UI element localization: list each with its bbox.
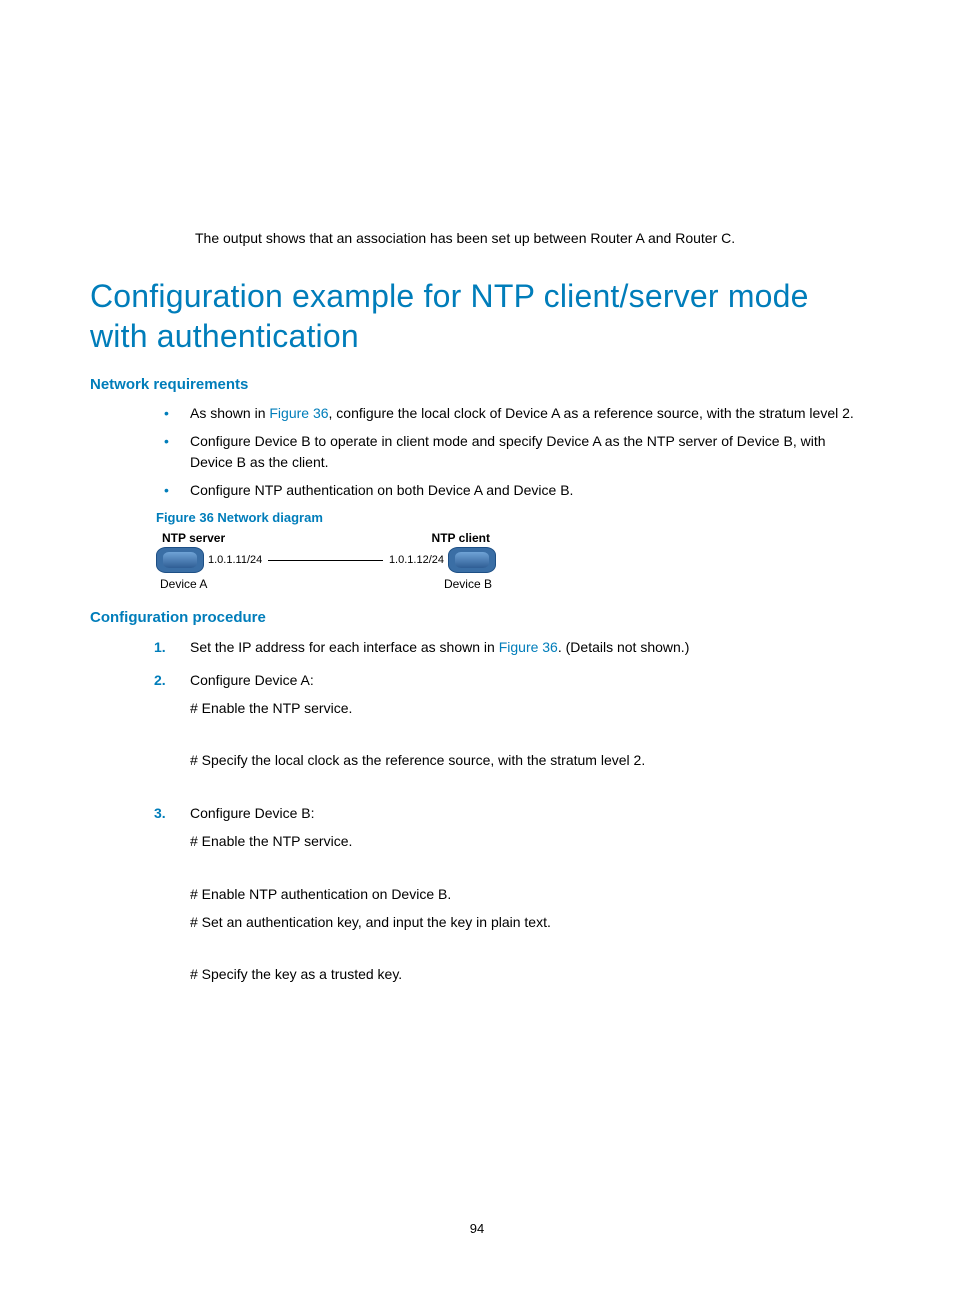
step-text: Configure Device A: bbox=[190, 669, 864, 691]
diagram-name-left: Device A bbox=[160, 577, 207, 591]
step-comment: # Set an authentication key, and input t… bbox=[190, 911, 864, 933]
page-number: 94 bbox=[0, 1221, 954, 1236]
figure-caption: Figure 36 Network diagram bbox=[156, 510, 864, 525]
step-comment: # Specify the key as a trusted key. bbox=[190, 963, 864, 985]
diagram-role-right: NTP client bbox=[432, 531, 490, 545]
figure-link[interactable]: Figure 36 bbox=[269, 405, 328, 421]
step-item: Configure Device B: # Enable the NTP ser… bbox=[148, 802, 864, 986]
router-icon bbox=[448, 547, 496, 573]
intro-text: The output shows that an association has… bbox=[195, 230, 864, 246]
diagram-ip-right: 1.0.1.12/24 bbox=[385, 554, 448, 566]
step-item: Configure Device A: # Enable the NTP ser… bbox=[148, 669, 864, 772]
step-comment: # Enable the NTP service. bbox=[190, 697, 864, 719]
network-diagram: NTP server NTP client 1.0.1.11/24 1.0.1.… bbox=[156, 531, 496, 591]
list-text: As shown in bbox=[190, 405, 269, 421]
list-text: , configure the local clock of Device A … bbox=[329, 405, 854, 421]
router-icon bbox=[156, 547, 204, 573]
diagram-wire bbox=[268, 560, 383, 561]
step-item: Set the IP address for each interface as… bbox=[148, 636, 864, 658]
diagram-ip-left: 1.0.1.11/24 bbox=[204, 554, 266, 566]
step-text: Configure Device B: bbox=[190, 802, 864, 824]
diagram-role-left: NTP server bbox=[162, 531, 225, 545]
subheading-configuration-procedure: Configuration procedure bbox=[90, 609, 864, 626]
procedure-list: Set the IP address for each interface as… bbox=[148, 636, 864, 986]
subheading-network-requirements: Network requirements bbox=[90, 376, 864, 393]
figure-link[interactable]: Figure 36 bbox=[499, 639, 558, 655]
list-item: Configure Device B to operate in client … bbox=[156, 431, 864, 472]
step-text: Set the IP address for each interface as… bbox=[190, 639, 499, 655]
list-item: As shown in Figure 36, configure the loc… bbox=[156, 403, 864, 423]
requirements-list: As shown in Figure 36, configure the loc… bbox=[156, 403, 864, 500]
diagram-name-right: Device B bbox=[444, 577, 492, 591]
step-comment: # Specify the local clock as the referen… bbox=[190, 749, 864, 771]
step-comment: # Enable NTP authentication on Device B. bbox=[190, 883, 864, 905]
step-comment: # Enable the NTP service. bbox=[190, 830, 864, 852]
list-item: Configure NTP authentication on both Dev… bbox=[156, 480, 864, 500]
section-heading: Configuration example for NTP client/ser… bbox=[90, 276, 864, 356]
step-text: . (Details not shown.) bbox=[558, 639, 690, 655]
